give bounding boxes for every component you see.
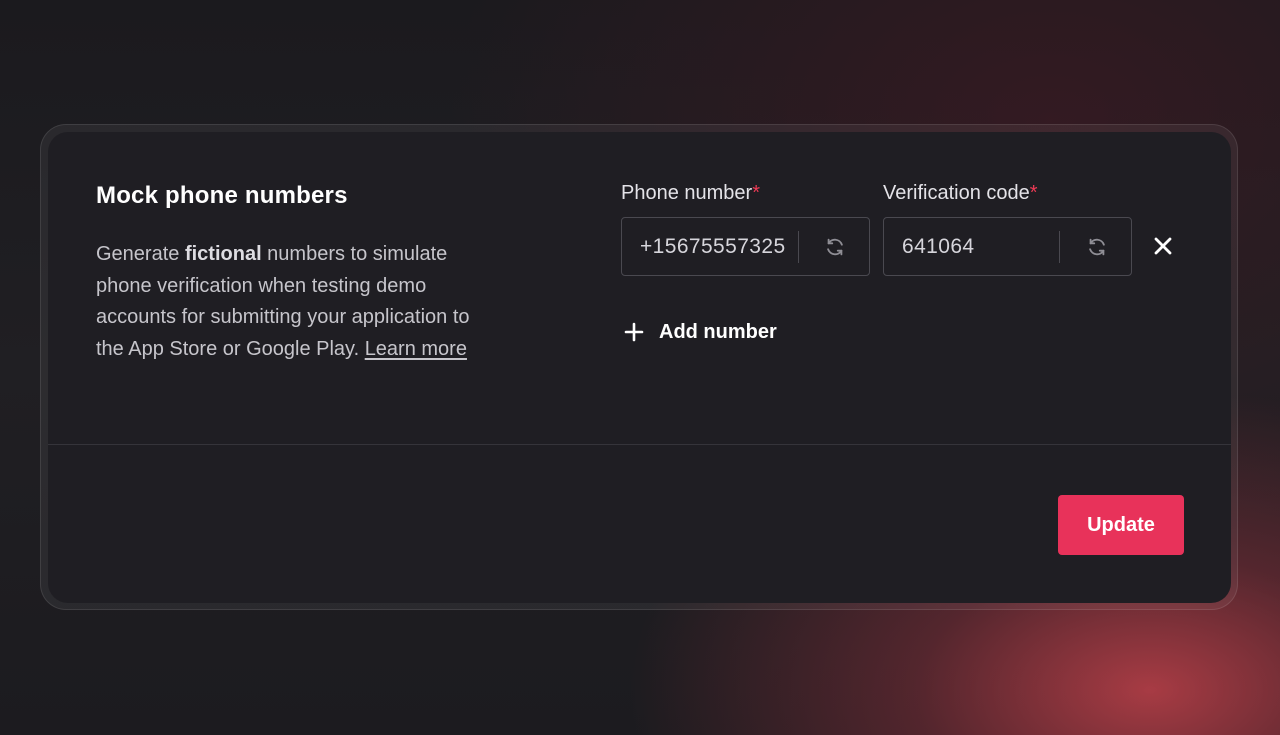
- description-text-start: Generate: [96, 243, 185, 265]
- verification-code-input[interactable]: [902, 218, 1062, 275]
- phone-number-input[interactable]: [640, 218, 800, 275]
- refresh-icon: [1089, 238, 1105, 256]
- regenerate-phone-button[interactable]: [820, 232, 850, 262]
- description-bold-text: fictional: [184, 243, 262, 265]
- field-divider: [1059, 231, 1060, 263]
- regenerate-code-button[interactable]: [1082, 232, 1112, 262]
- add-number-label: Add number: [659, 320, 777, 343]
- section-description: Generate fictional numbers to simulate p…: [96, 239, 486, 366]
- verification-code-label: Verification code*: [883, 182, 1038, 205]
- refresh-icon: [827, 238, 843, 256]
- phone-number-field: [621, 217, 870, 276]
- remove-number-button[interactable]: [1150, 233, 1176, 259]
- card-content-section: Mock phone numbers Generate fictional nu…: [48, 132, 1231, 445]
- mock-phone-numbers-card: Mock phone numbers Generate fictional nu…: [48, 132, 1231, 603]
- learn-more-link[interactable]: Learn more: [365, 338, 467, 360]
- section-title: Mock phone numbers: [96, 182, 348, 209]
- update-button[interactable]: Update: [1058, 495, 1184, 555]
- close-icon: [1154, 237, 1172, 255]
- verification-code-label-text: Verification code: [883, 182, 1030, 204]
- plus-icon: [623, 321, 645, 343]
- verification-code-field: [883, 217, 1132, 276]
- phone-number-label: Phone number*: [621, 182, 760, 205]
- field-divider: [798, 231, 799, 263]
- phone-number-label-text: Phone number: [621, 182, 753, 204]
- add-number-button[interactable]: Add number: [623, 316, 777, 348]
- required-marker: *: [1029, 182, 1038, 204]
- required-marker: *: [752, 182, 760, 204]
